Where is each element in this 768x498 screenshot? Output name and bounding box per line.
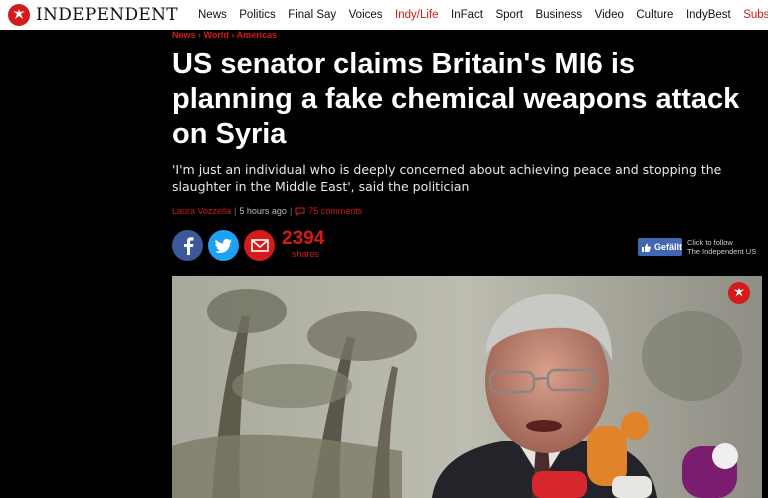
share-bar: 2394 shares	[172, 229, 324, 261]
nav-item-indy-life[interactable]: Indy/Life	[395, 9, 438, 21]
breadcrumb: News › World › Americas	[172, 30, 277, 40]
article-hero-image[interactable]	[172, 276, 762, 498]
nav-item-subscribe[interactable]: Subscribe	[743, 9, 768, 21]
breadcrumb-world[interactable]: World	[204, 30, 229, 40]
comment-icon	[295, 207, 305, 216]
twitter-share-button[interactable]	[208, 230, 239, 261]
email-icon	[250, 239, 269, 252]
nav-item-video[interactable]: Video	[595, 9, 624, 21]
site-header: INDEPENDENT News Politics Final Say Voices I…	[0, 0, 768, 30]
nav-item-voices[interactable]: Voices	[349, 9, 383, 21]
nav-item-final-say[interactable]: Final Say	[288, 9, 336, 21]
breadcrumb-news[interactable]: News	[172, 30, 196, 40]
comments-link[interactable]: 75 comments	[295, 206, 362, 216]
article-standfirst: 'I'm just an individual who is deeply co…	[172, 162, 722, 194]
nav-item-business[interactable]: Business	[535, 9, 582, 21]
hero-image-illustration	[172, 276, 762, 498]
nav-item-indybest[interactable]: IndyBest	[686, 9, 731, 21]
breadcrumb-separator: ›	[198, 30, 202, 40]
twitter-icon	[215, 238, 232, 253]
main-nav: News Politics Final Say Voices Indy/Life InFa…	[198, 0, 768, 30]
publish-time: 5 hours ago	[239, 206, 287, 216]
share-count-label: shares	[292, 249, 320, 259]
site-logo[interactable]: INDEPENDENT	[8, 4, 178, 26]
share-counter: 2394 shares	[282, 228, 332, 260]
eagle-logo-icon	[8, 4, 30, 26]
article-headline: US senator claims Britain's MI6 is plann…	[172, 48, 740, 150]
breadcrumb-separator: ›	[231, 30, 235, 40]
image-brand-badge	[728, 282, 750, 304]
facebook-follow: Gefällt Click to follow The Independent …	[638, 238, 756, 256]
nav-item-news[interactable]: News	[198, 9, 227, 21]
follow-caption: Click to follow The Independent US	[687, 238, 756, 256]
facebook-share-button[interactable]	[172, 230, 203, 261]
like-button-label: Gefällt	[653, 242, 682, 252]
comments-count: 75 comments	[308, 206, 363, 216]
logo-wordmark: INDEPENDENT	[36, 5, 178, 25]
share-count: 2394	[282, 228, 325, 249]
nav-item-politics[interactable]: Politics	[239, 9, 275, 21]
email-share-button[interactable]	[244, 230, 275, 261]
byline-separator: |	[289, 206, 293, 216]
author-link[interactable]: Laura Vozzella	[172, 206, 231, 216]
byline: Laura Vozzella | 5 hours ago | 75 commen…	[172, 206, 362, 216]
follow-caption-line2: The Independent US	[687, 247, 757, 256]
thumbs-up-icon	[642, 243, 651, 252]
byline-separator: |	[234, 206, 237, 216]
facebook-like-button[interactable]: Gefällt	[638, 238, 682, 256]
facebook-icon	[183, 236, 193, 255]
nav-item-infact[interactable]: InFact	[451, 9, 483, 21]
nav-item-culture[interactable]: Culture	[636, 9, 673, 21]
nav-item-sport[interactable]: Sport	[495, 9, 523, 21]
follow-caption-line1: Click to follow	[687, 238, 733, 247]
breadcrumb-americas[interactable]: Americas	[237, 30, 278, 40]
